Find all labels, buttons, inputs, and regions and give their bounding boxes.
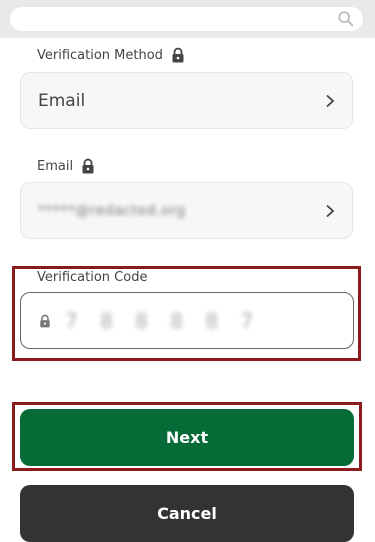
search-input[interactable] bbox=[10, 7, 363, 31]
verification-method-select[interactable]: Email bbox=[20, 72, 353, 129]
chevron-right-icon bbox=[326, 94, 335, 107]
top-bar bbox=[0, 0, 375, 38]
verification-method-value: Email bbox=[38, 90, 86, 111]
email-select[interactable]: *****@redacted.org bbox=[20, 182, 353, 239]
cancel-button[interactable]: Cancel bbox=[20, 485, 354, 542]
lock-icon bbox=[40, 314, 50, 327]
email-label: Email bbox=[37, 158, 95, 174]
verification-method-label: Verification Method bbox=[37, 47, 185, 63]
lock-icon bbox=[82, 158, 94, 174]
verification-code-label: Verification Code bbox=[37, 270, 148, 285]
email-value: *****@redacted.org bbox=[38, 202, 186, 219]
verification-code-value: 7 8 8 8 8 7 bbox=[65, 308, 262, 333]
verification-code-input[interactable]: 7 8 8 8 8 7 bbox=[20, 292, 354, 349]
lock-icon bbox=[172, 47, 184, 63]
chevron-right-icon bbox=[326, 204, 335, 217]
next-button[interactable]: Next bbox=[20, 409, 354, 466]
search-icon[interactable] bbox=[337, 10, 355, 28]
